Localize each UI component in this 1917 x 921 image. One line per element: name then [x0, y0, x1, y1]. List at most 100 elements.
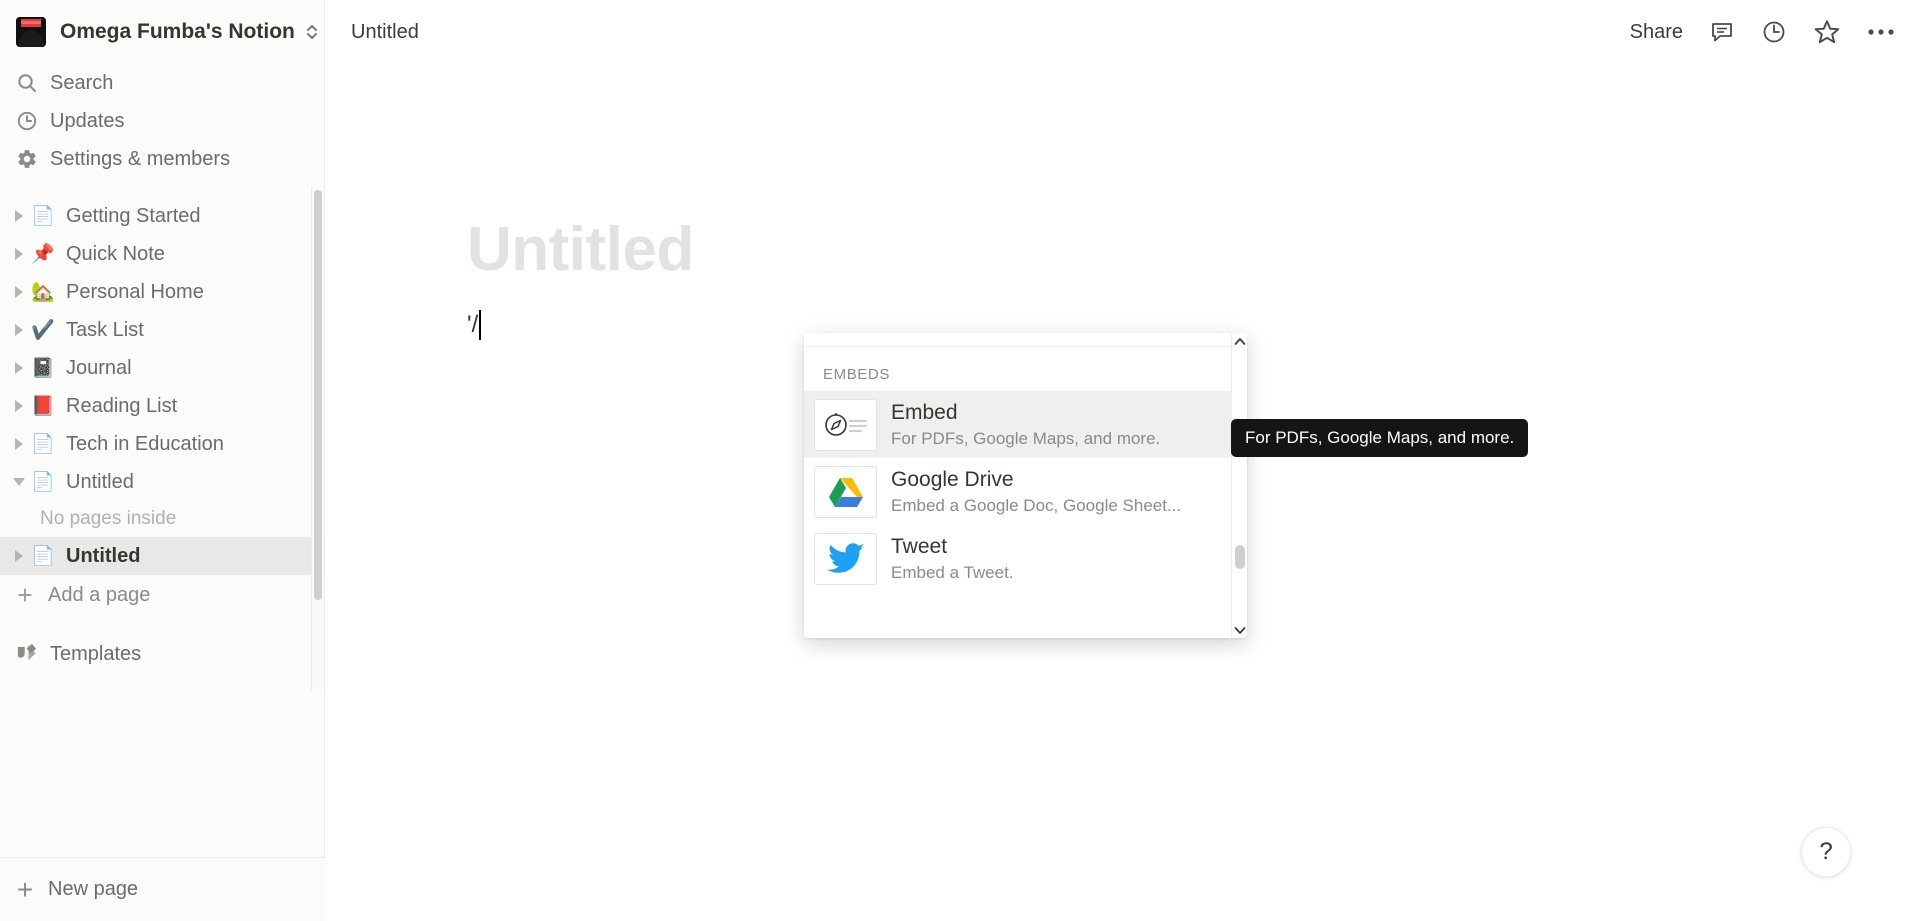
search-icon — [16, 72, 42, 94]
tooltip: For PDFs, Google Maps, and more. — [1231, 419, 1529, 457]
sidebar-page-label: Quick Note — [66, 242, 165, 265]
sidebar-page-reading-list[interactable]: 📕 Reading List — [0, 387, 325, 425]
sidebar-page-journal[interactable]: 📓 Journal — [0, 349, 325, 387]
slash-menu-item-description: For PDFs, Google Maps, and more. — [891, 429, 1161, 449]
closed-book-icon: 📕 — [31, 395, 55, 417]
check-mark-icon: ✔️ — [31, 319, 55, 341]
document-icon: 📄 — [31, 471, 55, 493]
plus-icon: + — [17, 580, 33, 610]
sidebar-top-links: Search Updates Settings & members — [0, 64, 324, 192]
sidebar-page-label: Untitled — [66, 470, 134, 493]
notion-app-window: Omega Fumba's Notion Search Updates Sett… — [0, 0, 1917, 921]
slash-menu-item-description: Embed a Tweet. — [891, 563, 1014, 583]
main-content: Untitled Share Untitled '/ EMBEDS Embed … — [325, 0, 1917, 921]
slash-menu-top-strip — [804, 333, 1247, 347]
house-icon: 🏡 — [31, 281, 55, 303]
templates-icon — [16, 642, 38, 667]
no-pages-inside-label: No pages inside — [40, 508, 177, 529]
slash-menu-scrollbar-track[interactable] — [1231, 333, 1247, 638]
slash-menu-scrollbar-thumb[interactable] — [1235, 545, 1245, 569]
disclosure-triangle-icon[interactable] — [8, 438, 30, 450]
slash-command-menu: EMBEDS Embed For PDFs, Google Maps, and … — [804, 333, 1247, 638]
slash-menu-list: EMBEDS Embed For PDFs, Google Maps, and … — [804, 348, 1231, 638]
document-body-text: '/ — [467, 311, 479, 339]
share-button[interactable]: Share — [1630, 21, 1683, 44]
text-caret — [479, 310, 482, 341]
topbar-actions: Share — [1630, 18, 1895, 46]
workspace-switcher[interactable]: Omega Fumba's Notion — [0, 0, 324, 64]
slash-menu-item-text: Google Drive Embed a Google Doc, Google … — [891, 467, 1181, 516]
disclosure-triangle-icon[interactable] — [8, 210, 30, 222]
disclosure-triangle-icon[interactable] — [8, 362, 30, 374]
chevron-up-down-icon[interactable] — [305, 22, 319, 42]
more-options-icon[interactable] — [1867, 27, 1895, 37]
gear-icon — [16, 148, 42, 170]
disclosure-triangle-icon[interactable] — [8, 248, 30, 260]
page-title[interactable]: Untitled — [467, 215, 1917, 284]
notebook-icon: 📓 — [31, 357, 55, 379]
slash-menu-item-text: Embed For PDFs, Google Maps, and more. — [891, 400, 1160, 449]
compass-embed-icon — [814, 398, 877, 451]
breadcrumb[interactable]: Untitled — [351, 21, 419, 44]
sidebar-page-list: 📄 Getting Started 📌 Quick Note 🏡 Persona… — [0, 187, 325, 675]
sidebar-page-label: Personal Home — [66, 280, 204, 303]
disclosure-triangle-icon[interactable] — [8, 478, 30, 486]
document-area: Untitled '/ — [325, 215, 1917, 342]
sidebar-item-search[interactable]: Search — [0, 64, 324, 102]
sidebar-page-untitled-selected[interactable]: 📄 Untitled — [0, 537, 325, 575]
sidebar-page-untitled-parent[interactable]: 📄 Untitled — [0, 463, 325, 501]
document-icon: 📄 — [31, 433, 55, 455]
slash-menu-item-title: Google Drive — [891, 467, 1014, 491]
sidebar-item-label: Search — [50, 71, 114, 94]
slash-menu-item-title: Tweet — [891, 534, 948, 558]
twitter-bird-icon — [814, 532, 877, 585]
disclosure-triangle-icon[interactable] — [8, 286, 30, 298]
sidebar-item-label: Updates — [50, 109, 125, 132]
sidebar-page-getting-started[interactable]: 📄 Getting Started — [0, 197, 325, 235]
sidebar-item-settings[interactable]: Settings & members — [0, 140, 324, 178]
slash-menu-section-label: EMBEDS — [823, 366, 890, 383]
scroll-down-arrow-icon[interactable] — [1232, 622, 1247, 638]
new-page-label: New page — [48, 878, 139, 900]
sidebar-page-label: Getting Started — [66, 204, 201, 227]
star-icon[interactable] — [1813, 18, 1841, 46]
disclosure-triangle-icon[interactable] — [8, 324, 30, 336]
sidebar-page-label: Reading List — [66, 394, 178, 417]
new-page-button[interactable]: + New page — [0, 857, 325, 921]
help-button[interactable]: ? — [1801, 827, 1851, 877]
slash-menu-item-title: Embed — [891, 400, 958, 424]
sidebar-pages-scroll-area[interactable]: 📄 Getting Started 📌 Quick Note 🏡 Persona… — [0, 186, 325, 691]
plus-icon: + — [16, 873, 34, 905]
sidebar-page-quick-note[interactable]: 📌 Quick Note — [0, 235, 325, 273]
sidebar-scrollbar-thumb[interactable] — [314, 190, 322, 600]
sidebar-page-label: Untitled — [66, 544, 141, 567]
clock-icon — [16, 110, 42, 132]
slash-menu-item-tweet[interactable]: Tweet Embed a Tweet. — [804, 525, 1231, 592]
disclosure-triangle-icon[interactable] — [8, 550, 30, 562]
sidebar-page-label: Journal — [66, 356, 132, 379]
document-icon: 📄 — [31, 205, 55, 227]
disclosure-triangle-icon[interactable] — [8, 400, 30, 412]
pushpin-icon: 📌 — [31, 243, 55, 265]
sidebar-item-updates[interactable]: Updates — [0, 102, 324, 140]
sidebar-item-templates[interactable]: Templates — [0, 633, 325, 675]
sidebar-page-label: Task List — [66, 318, 144, 341]
sidebar-page-personal-home[interactable]: 🏡 Personal Home — [0, 273, 325, 311]
slash-menu-item-description: Embed a Google Doc, Google Sheet... — [891, 496, 1182, 516]
add-a-page-label: Add a page — [48, 583, 151, 606]
comment-icon[interactable] — [1709, 19, 1735, 45]
sidebar-page-task-list[interactable]: ✔️ Task List — [0, 311, 325, 349]
slash-menu-item-google-drive[interactable]: Google Drive Embed a Google Doc, Google … — [804, 458, 1231, 525]
topbar: Untitled Share — [325, 0, 1917, 64]
workspace-name: Omega Fumba's Notion — [60, 20, 295, 43]
slash-menu-item-embed[interactable]: Embed For PDFs, Google Maps, and more. — [804, 391, 1231, 458]
sidebar-item-label: Settings & members — [50, 147, 231, 170]
avatar — [16, 17, 46, 47]
slash-menu-item-text: Tweet Embed a Tweet. — [891, 534, 1014, 583]
scroll-up-arrow-icon[interactable] — [1232, 333, 1247, 349]
add-a-page-button[interactable]: + Add a page — [0, 575, 325, 615]
history-clock-icon[interactable] — [1761, 19, 1787, 45]
sidebar-page-tech-in-education[interactable]: 📄 Tech in Education — [0, 425, 325, 463]
sidebar: Omega Fumba's Notion Search Updates Sett… — [0, 0, 325, 921]
templates-label: Templates — [50, 642, 142, 665]
